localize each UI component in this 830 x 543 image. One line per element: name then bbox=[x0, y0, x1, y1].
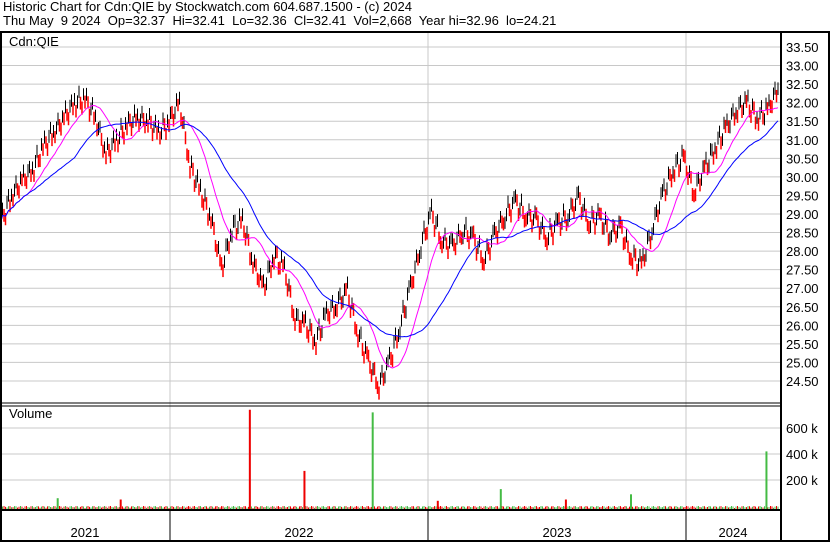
year-label: 2024 bbox=[719, 525, 748, 540]
price-tick-label: 28.50 bbox=[786, 226, 819, 241]
price-tick-label: 33.50 bbox=[786, 40, 819, 55]
volume-tick-label: 200 k bbox=[786, 473, 818, 488]
volume-tick-label: 400 k bbox=[786, 447, 818, 462]
volume-tick-label: 600 k bbox=[786, 421, 818, 436]
price-tick-label: 31.00 bbox=[786, 133, 819, 148]
price-tick-label: 27.50 bbox=[786, 263, 819, 278]
long-ma-line bbox=[0, 120, 779, 338]
price-chart: 33.50 33.00 32.50 32.00 31.50 31.00 30.50 30.00… bbox=[0, 31, 830, 542]
price-tick-label: 26.00 bbox=[786, 318, 819, 333]
symbol-label: Cdn:QIE bbox=[9, 34, 59, 49]
price-tick-label: 31.50 bbox=[786, 114, 819, 129]
year-label: 2023 bbox=[543, 525, 572, 540]
price-tick-label: 30.00 bbox=[786, 170, 819, 185]
chart-frame bbox=[0, 31, 830, 542]
price-tick-label: 32.50 bbox=[786, 77, 819, 92]
year-label: 2021 bbox=[71, 525, 100, 540]
price-tick-label: 29.00 bbox=[786, 207, 819, 222]
price-tick-label: 26.50 bbox=[786, 300, 819, 315]
price-tick-label: 29.50 bbox=[786, 188, 819, 203]
price-tick-label: 25.00 bbox=[786, 355, 819, 370]
price-tick-label: 27.00 bbox=[786, 281, 819, 296]
price-tick-label: 28.00 bbox=[786, 244, 819, 259]
year-label: 2022 bbox=[285, 525, 314, 540]
price-tick-label: 25.50 bbox=[786, 337, 819, 352]
price-tick-label: 33.00 bbox=[786, 59, 819, 74]
price-tick-label: 30.50 bbox=[786, 151, 819, 166]
volume-label: Volume bbox=[9, 406, 52, 421]
price-tick-label: 24.50 bbox=[786, 374, 819, 389]
price-tick-label: 32.00 bbox=[786, 96, 819, 111]
